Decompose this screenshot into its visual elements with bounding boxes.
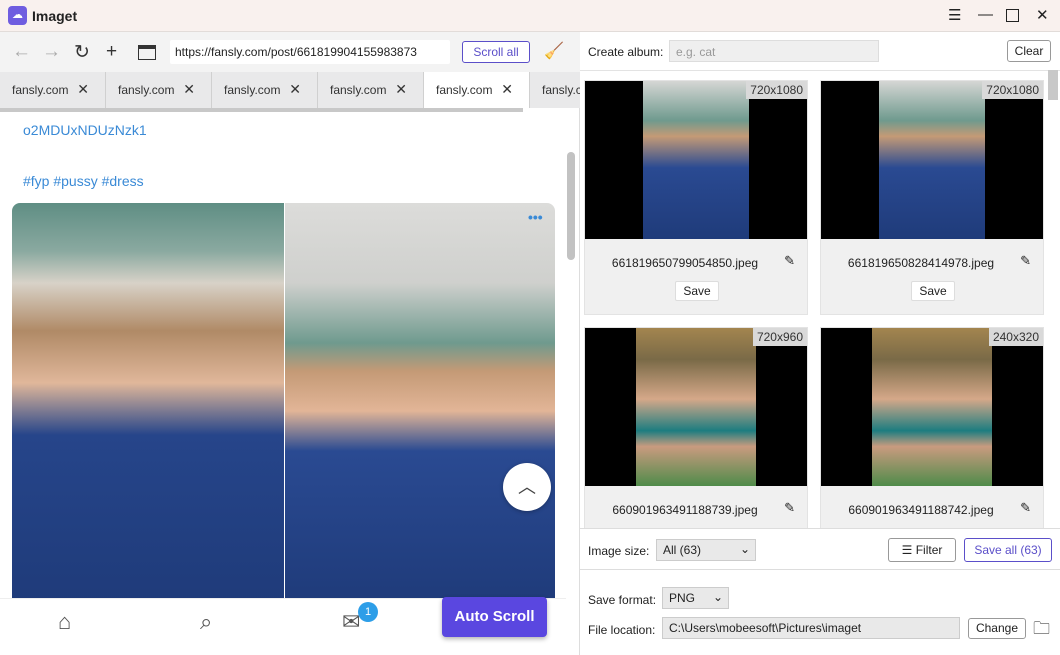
image-size-label: Image size:: [588, 544, 650, 558]
app-logo-icon: ☁: [8, 6, 27, 25]
tab[interactable]: fansly.com ✕: [106, 72, 212, 108]
post-photo[interactable]: [12, 203, 284, 603]
post-photo[interactable]: [285, 203, 555, 603]
tab[interactable]: fansly.com ✕: [318, 72, 424, 108]
change-location-button[interactable]: Change: [968, 618, 1026, 639]
sliders-icon: ☰: [901, 543, 916, 557]
clear-broom-icon[interactable]: 🧹: [544, 41, 564, 61]
reload-icon[interactable]: ↻: [74, 41, 90, 64]
browser-toolbar: ← → ↻ + https://fansly.com/post/66181990…: [0, 32, 580, 72]
tab[interactable]: fansly.com ✕: [212, 72, 318, 108]
close-tab-icon[interactable]: ✕: [77, 81, 89, 98]
back-icon[interactable]: ←: [12, 41, 31, 63]
image-grid: 720x1080 661819650799054850.jpeg ✎ Save …: [580, 70, 1060, 528]
close-tab-icon[interactable]: ✕: [289, 81, 301, 98]
home-icon[interactable]: ⌂: [58, 609, 71, 635]
save-all-button[interactable]: Save all (63): [964, 538, 1052, 562]
image-card: 720x1080 661819650828414978.jpeg ✎ Save: [820, 80, 1044, 315]
close-tab-icon[interactable]: ✕: [183, 81, 195, 98]
clear-button[interactable]: Clear: [1007, 40, 1051, 62]
tab-label: fansly.com: [12, 83, 69, 97]
filter-button[interactable]: ☰ Filter: [888, 538, 956, 562]
window-icon[interactable]: [138, 45, 156, 60]
save-format-select[interactable]: PNG ⌄: [662, 587, 729, 609]
album-label: Create album:: [588, 45, 664, 59]
post-text[interactable]: o2MDUxNDUzNzk1: [23, 122, 147, 138]
image-filename: 660901963491188739.jpeg: [612, 503, 758, 517]
save-format-label: Save format:: [588, 593, 657, 607]
filter-label: Filter: [915, 543, 943, 557]
edit-pencil-icon[interactable]: ✎: [784, 500, 795, 516]
browser-pane: ← → ↻ + https://fansly.com/post/66181990…: [0, 32, 590, 655]
image-dimensions: 720x960: [752, 328, 807, 346]
image-panel: Create album: e.g. cat Clear 720x1080 66…: [580, 32, 1060, 655]
file-location-label: File location:: [588, 623, 656, 637]
image-filename: 660901963491188742.jpeg: [848, 503, 994, 517]
chevron-down-icon: ⌄: [739, 542, 750, 556]
tab[interactable]: fansly.com ✕: [0, 72, 106, 108]
menu-icon[interactable]: ☰: [948, 6, 961, 24]
tab-label: fansly.c: [542, 83, 582, 97]
album-name-input[interactable]: e.g. cat: [669, 40, 879, 62]
filter-bar: Image size: All (63) ⌄ ☰ Filter Save all …: [580, 528, 1060, 570]
close-button[interactable]: ✕: [1036, 6, 1049, 24]
new-tab-icon[interactable]: +: [106, 41, 117, 63]
search-icon[interactable]: ⌕: [200, 609, 212, 635]
scroll-all-button[interactable]: Scroll all: [462, 41, 530, 63]
post-hashtags[interactable]: #fyp #pussy #dress: [23, 173, 144, 189]
auto-scroll-button[interactable]: Auto Scroll: [442, 597, 547, 637]
image-thumbnail[interactable]: 720x960: [585, 328, 807, 486]
more-options-icon[interactable]: •••: [528, 209, 543, 225]
notification-badge: 1: [358, 602, 378, 622]
title-bar: ☁ Imaget ☰ — ✕: [0, 0, 1060, 32]
save-format-value: PNG: [669, 591, 696, 605]
image-card: 720x1080 661819650799054850.jpeg ✎ Save: [584, 80, 808, 315]
image-dimensions: 720x1080: [982, 81, 1043, 99]
close-tab-icon[interactable]: ✕: [395, 81, 407, 98]
close-tab-icon[interactable]: ✕: [501, 81, 513, 98]
folder-icon[interactable]: 🗀: [1033, 616, 1050, 645]
image-dimensions: 720x1080: [746, 81, 807, 99]
page-scrollbar[interactable]: [567, 152, 575, 260]
scroll-to-top-button[interactable]: ︿: [503, 463, 551, 511]
url-input[interactable]: https://fansly.com/post/6618199041559838…: [170, 40, 450, 64]
image-dimensions: 240x320: [988, 328, 1043, 346]
edit-pencil-icon[interactable]: ✎: [1020, 253, 1031, 269]
image-filename: 661819650828414978.jpeg: [847, 256, 995, 270]
tab-label: fansly.com: [224, 83, 281, 97]
maximize-button[interactable]: [1006, 9, 1019, 22]
image-thumbnail[interactable]: 720x1080: [821, 81, 1043, 239]
edit-pencil-icon[interactable]: ✎: [784, 253, 795, 269]
image-card: 240x320 660901963491188742.jpeg ✎: [820, 327, 1044, 528]
tab-bar: fansly.com ✕ fansly.com ✕ fansly.com ✕ fans…: [0, 72, 590, 108]
tab-label: fansly.com: [118, 83, 175, 97]
app-title: Imaget: [32, 8, 78, 24]
image-thumbnail[interactable]: 720x1080: [585, 81, 807, 239]
edit-pencil-icon[interactable]: ✎: [1020, 500, 1031, 516]
image-size-value: All (63): [663, 543, 702, 557]
image-thumbnail[interactable]: 240x320: [821, 328, 1043, 486]
bottom-nav: ⌂ ⌕ ✉ 1 Auto Scroll: [0, 597, 566, 655]
save-image-button[interactable]: Save: [911, 281, 955, 301]
image-card: 720x960 660901963491188739.jpeg ✎: [584, 327, 808, 528]
minimize-button[interactable]: —: [978, 6, 993, 23]
image-size-select[interactable]: All (63) ⌄: [656, 539, 756, 561]
tab-label: fansly.com: [436, 83, 493, 97]
save-image-button[interactable]: Save: [675, 281, 719, 301]
image-filename: 661819650799054850.jpeg: [611, 256, 759, 270]
forward-icon[interactable]: →: [42, 41, 61, 63]
file-location-input[interactable]: C:\Users\mobeesoft\Pictures\imaget: [662, 617, 960, 639]
page-content: o2MDUxNDUzNzk1 #fyp #pussy #dress •••: [0, 112, 566, 630]
tab-label: fansly.com: [330, 83, 387, 97]
grid-scrollbar[interactable]: [1048, 70, 1058, 100]
chevron-down-icon: ⌄: [712, 590, 723, 604]
tab-active[interactable]: fansly.com ✕: [424, 72, 530, 108]
